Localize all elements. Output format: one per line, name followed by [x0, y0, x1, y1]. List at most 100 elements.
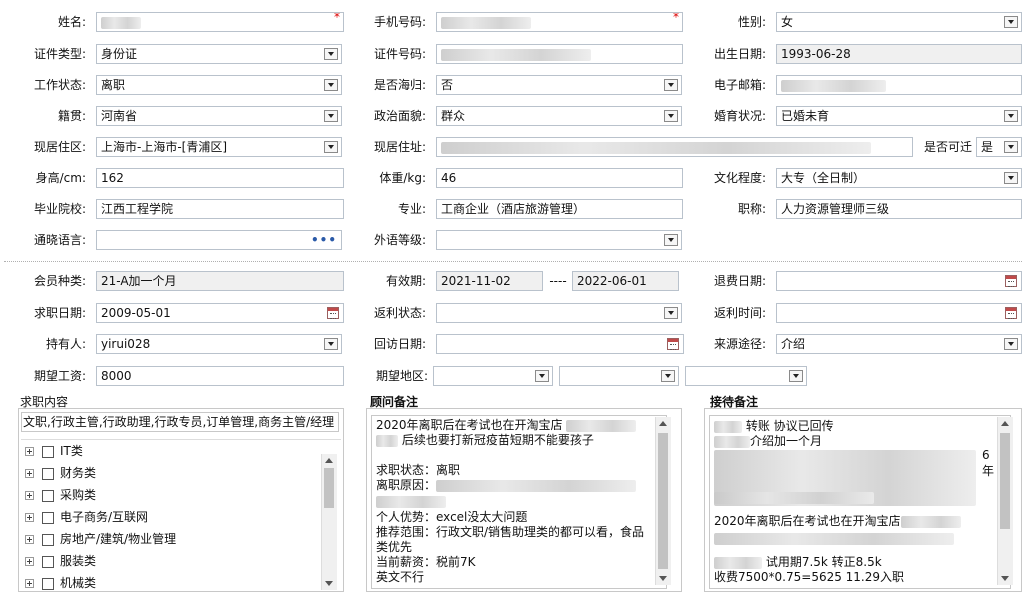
checkbox[interactable] [42, 555, 54, 568]
expand-icon[interactable] [25, 447, 34, 456]
advisor-scrollbar[interactable] [655, 417, 671, 585]
tree-item[interactable]: 采购类 [25, 484, 96, 506]
email-input[interactable] [776, 75, 1022, 95]
political-select[interactable]: 群众 [436, 106, 682, 126]
weight-input[interactable]: 46 [436, 168, 683, 188]
chevron-down-icon[interactable] [1004, 110, 1018, 122]
scroll-up-icon[interactable] [1001, 421, 1009, 426]
checkbox[interactable] [42, 577, 54, 590]
expand-icon[interactable] [25, 557, 34, 566]
region-city-select[interactable] [559, 366, 679, 386]
work-status-select[interactable]: 离职 [96, 75, 342, 95]
tree-item[interactable]: 房地产/建筑/物业管理 [25, 528, 176, 550]
salary-input[interactable]: 8000 [96, 366, 344, 386]
valid-range-separator: ---- [549, 274, 567, 288]
checkbox[interactable] [42, 489, 54, 502]
gender-select[interactable]: 女 [776, 12, 1022, 32]
language-picker[interactable]: ••• [96, 230, 342, 250]
source-select[interactable]: 介绍 [776, 334, 1022, 354]
chevron-down-icon[interactable] [664, 79, 678, 91]
chevron-down-icon[interactable] [1004, 338, 1018, 350]
holder-select[interactable]: yirui028 [96, 334, 342, 354]
id-type-select[interactable]: 身份证 [96, 44, 342, 64]
gender-label: 性别: [737, 15, 766, 29]
region-province-select[interactable] [433, 366, 553, 386]
id-type-value: 身份证 [101, 47, 138, 61]
major-input[interactable]: 工商企业（酒店旅游管理） [436, 199, 683, 219]
expand-icon[interactable] [25, 491, 34, 500]
scroll-thumb[interactable] [324, 468, 334, 508]
height-input[interactable]: 162 [96, 168, 344, 188]
scroll-down-icon[interactable] [659, 576, 667, 581]
chevron-down-icon[interactable] [324, 48, 338, 60]
expand-icon[interactable] [25, 535, 34, 544]
job-date-input[interactable]: 2009-05-01 [96, 303, 344, 323]
redacted-address [441, 141, 871, 154]
job-summary-field[interactable]: 文职,行政主管,行政助理,行政专员,订单管理,商务主管/经理 [21, 412, 339, 432]
reception-scrollbar[interactable] [997, 417, 1013, 585]
id-no-input[interactable] [436, 44, 683, 64]
calendar-icon[interactable] [1005, 275, 1017, 287]
reception-note-line: 试用期7.5k 转正8.5k [714, 555, 882, 570]
checkbox[interactable] [42, 467, 54, 480]
chevron-down-icon[interactable] [664, 110, 678, 122]
checkbox[interactable] [42, 511, 54, 524]
refund-date-input[interactable] [776, 271, 1022, 291]
native-select[interactable]: 河南省 [96, 106, 342, 126]
advisor-note-line: 英文不行 [376, 570, 425, 584]
tree-item[interactable]: IT类 [25, 440, 83, 462]
scroll-up-icon[interactable] [325, 458, 333, 463]
rebate-status-select[interactable] [436, 303, 682, 323]
tree-item[interactable]: 财务类 [25, 462, 96, 484]
rebate-time-input[interactable] [776, 303, 1022, 323]
school-input[interactable]: 江西工程学院 [96, 199, 344, 219]
chevron-down-icon[interactable] [324, 141, 338, 153]
chevron-down-icon[interactable] [535, 370, 549, 382]
advisor-note-line: 后续也要打新冠疫苗短期不能要孩子 [376, 433, 594, 448]
chevron-down-icon[interactable] [664, 307, 678, 319]
chevron-down-icon[interactable] [661, 370, 675, 382]
advisor-notes-textarea[interactable]: 2020年离职后在考试也在开淘宝店 后续也要打新冠疫苗短期不能要孩子 求职状态：… [371, 415, 667, 589]
tree-scrollbar[interactable] [321, 454, 337, 590]
chevron-down-icon[interactable] [324, 110, 338, 122]
title-input[interactable]: 人力资源管理师三级 [776, 199, 1022, 219]
overseas-select[interactable]: 否 [436, 75, 682, 95]
scroll-thumb[interactable] [1000, 433, 1010, 529]
chevron-down-icon[interactable] [789, 370, 803, 382]
chevron-down-icon[interactable] [1004, 172, 1018, 184]
calendar-icon[interactable] [1005, 307, 1017, 319]
residence-select[interactable]: 上海市-上海市-[青浦区] [96, 137, 342, 157]
phone-input[interactable]: * [436, 12, 683, 32]
holder-value: yirui028 [101, 337, 151, 351]
checkbox[interactable] [42, 533, 54, 546]
calendar-icon[interactable] [327, 307, 339, 319]
checkbox[interactable] [42, 445, 54, 458]
address-input[interactable] [436, 137, 913, 157]
reception-notes-textarea[interactable]: 转账 协议已回传 介绍加一个月 6 年 2020年离职后在考试也在开淘宝店 试用… [709, 415, 1011, 589]
relocate-select[interactable]: 是 [976, 137, 1022, 157]
foreign-level-select[interactable] [436, 230, 682, 250]
calendar-icon[interactable] [667, 338, 679, 350]
tree-item[interactable]: 服装类 [25, 550, 96, 572]
expand-icon[interactable] [25, 469, 34, 478]
education-select[interactable]: 大专（全日制） [776, 168, 1022, 188]
marital-select[interactable]: 已婚未育 [776, 106, 1022, 126]
scroll-thumb[interactable] [658, 433, 668, 569]
tree-item[interactable]: 机械类 [25, 572, 96, 592]
chevron-down-icon[interactable] [1004, 16, 1018, 28]
chevron-down-icon[interactable] [1004, 141, 1018, 153]
expand-icon[interactable] [25, 513, 34, 522]
region-district-select[interactable] [685, 366, 807, 386]
name-input[interactable]: * [96, 12, 344, 32]
scroll-down-icon[interactable] [1001, 576, 1009, 581]
scroll-down-icon[interactable] [325, 581, 333, 586]
more-icon[interactable]: ••• [311, 231, 337, 249]
visit-date-input[interactable] [436, 334, 684, 354]
chevron-down-icon[interactable] [664, 234, 678, 246]
expand-icon[interactable] [25, 579, 34, 588]
chevron-down-icon[interactable] [324, 79, 338, 91]
tree-item[interactable]: 电子商务/互联网 [25, 506, 148, 528]
reception-note-redacted [714, 531, 954, 546]
chevron-down-icon[interactable] [324, 338, 338, 350]
scroll-up-icon[interactable] [659, 421, 667, 426]
